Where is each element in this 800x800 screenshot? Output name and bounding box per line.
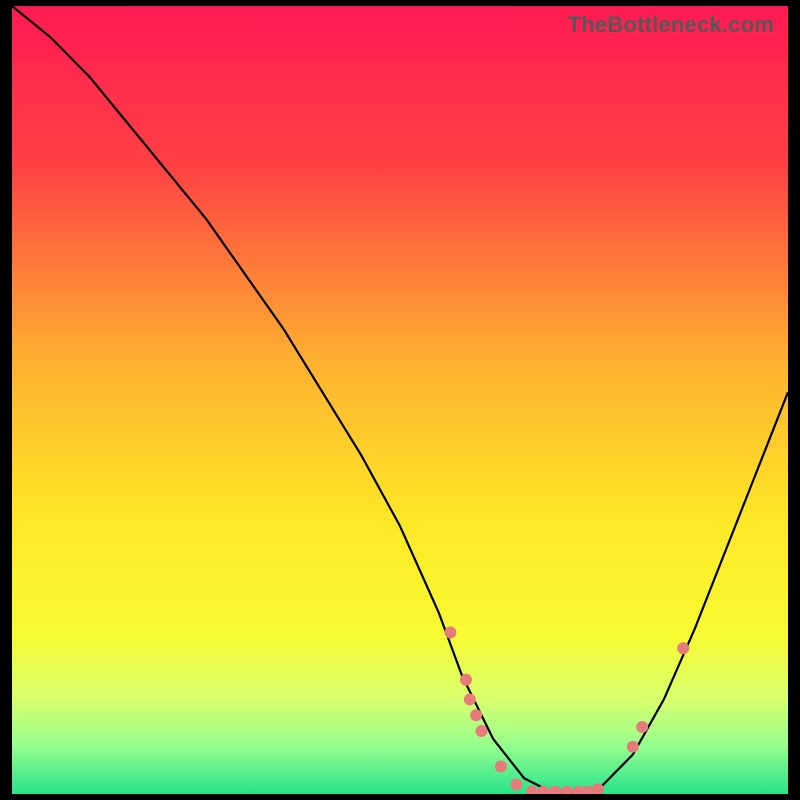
marker-dot	[677, 642, 689, 654]
marker-dot	[444, 626, 456, 638]
marker-dot	[636, 721, 648, 733]
marker-dot	[627, 741, 639, 753]
marker-dot	[460, 674, 472, 686]
marker-dot	[464, 693, 476, 705]
watermark-text: TheBottleneck.com	[568, 12, 774, 38]
bottleneck-chart	[12, 6, 788, 794]
chart-frame: TheBottleneck.com	[12, 6, 788, 794]
marker-dot	[495, 760, 507, 772]
marker-dot	[475, 725, 487, 737]
marker-dot	[470, 709, 482, 721]
marker-dot	[510, 779, 522, 791]
